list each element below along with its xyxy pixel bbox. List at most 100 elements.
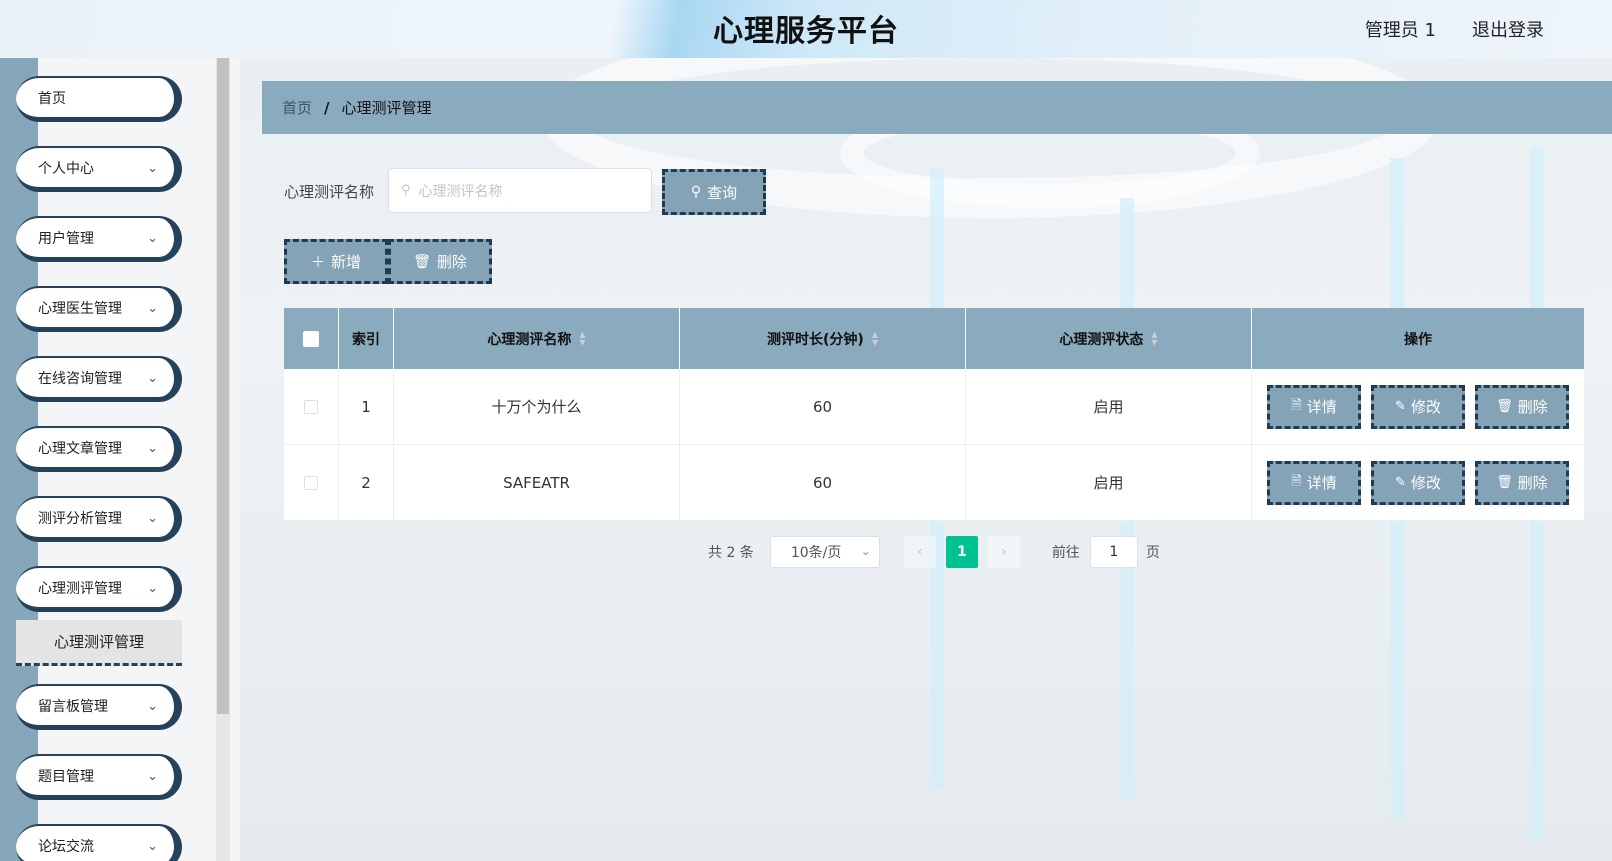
- sidebar-item-assessment-management[interactable]: 心理测评管理 ⌄: [16, 566, 182, 612]
- column-header-label: 测评时长(分钟): [767, 331, 864, 348]
- table-header: 索引 心理测评名称 ▲ ▼ 测评时长(分钟) ▲ ▼ 心理测评状态 ▲ ▼ 操作: [284, 308, 1584, 369]
- submenu-item-label: 心理测评管理: [53, 633, 144, 651]
- chevron-down-icon: ⌄: [147, 371, 158, 386]
- table-row: 2 SAFEATR 60 启用 🗎 详情 ✎ 修改 🗑 删除: [284, 445, 1584, 521]
- row-name: SAFEATR: [394, 445, 680, 520]
- sidebar-item-label: 题目管理: [38, 768, 94, 785]
- sidebar-item-label: 心理测评管理: [38, 580, 122, 597]
- detail-button-label: 详情: [1306, 474, 1337, 492]
- search-button[interactable]: ⚲ 查询: [662, 169, 766, 215]
- search-input[interactable]: ⚲ 心理测评名称: [388, 168, 652, 213]
- sidebar-item-article-management[interactable]: 心理文章管理 ⌄: [16, 426, 182, 472]
- chevron-right-icon: ›: [1001, 544, 1007, 560]
- batch-delete-button[interactable]: 🗑 删除: [388, 239, 492, 284]
- sidebar-item-label: 个人中心: [38, 160, 94, 177]
- row-index: 1: [339, 369, 394, 444]
- page-size-value: 10条/页: [790, 545, 842, 561]
- chevron-left-icon: ‹: [917, 544, 923, 560]
- search-label: 心理测评名称: [284, 183, 375, 201]
- sidebar-item-analysis-management[interactable]: 测评分析管理 ⌄: [16, 496, 182, 542]
- sidebar-item-question-management[interactable]: 题目管理 ⌄: [16, 754, 182, 800]
- sidebar-item-label: 心理文章管理: [38, 440, 122, 457]
- sidebar-item-doctor-management[interactable]: 心理医生管理 ⌄: [16, 286, 182, 332]
- row-actions: 🗎 详情 ✎ 修改 🗑 删除: [1252, 369, 1584, 444]
- chevron-down-icon: ⌄: [147, 769, 158, 784]
- page-number-button[interactable]: 1: [945, 536, 978, 568]
- delete-button[interactable]: 🗑 删除: [1475, 460, 1569, 505]
- delete-button-label: 删除: [1517, 474, 1548, 492]
- detail-button[interactable]: 🗎 详情: [1267, 384, 1361, 429]
- delete-button[interactable]: 🗑 删除: [1475, 384, 1569, 429]
- plus-icon: ＋: [310, 254, 325, 271]
- search-placeholder: 心理测评名称: [418, 183, 503, 200]
- pagination-total: 共 2 条: [708, 545, 754, 561]
- sidebar-item-label: 首页: [38, 90, 66, 107]
- row-checkbox[interactable]: [304, 399, 318, 414]
- sidebar-item-consultation-management[interactable]: 在线咨询管理 ⌄: [16, 356, 182, 402]
- breadcrumb: 首页 / 心理测评管理: [262, 81, 1612, 134]
- sidebar-item-label: 在线咨询管理: [38, 370, 122, 387]
- row-select-cell: [284, 369, 339, 444]
- sidebar-item-forum[interactable]: 论坛交流 ⌄: [16, 824, 182, 861]
- breadcrumb-home[interactable]: 首页: [282, 97, 312, 118]
- column-header-label: 操作: [1404, 331, 1432, 348]
- logout-link[interactable]: 退出登录: [1472, 16, 1544, 42]
- chevron-down-icon: ⌄: [147, 699, 158, 714]
- goto-page-input[interactable]: 1: [1089, 536, 1138, 568]
- column-header-duration[interactable]: 测评时长(分钟) ▲ ▼: [680, 308, 966, 369]
- row-index: 2: [339, 445, 394, 520]
- sort-icon[interactable]: ▲ ▼: [579, 330, 585, 347]
- goto-label: 前往: [1051, 545, 1080, 561]
- row-checkbox[interactable]: [304, 475, 318, 490]
- sidebar-scrollbar-thumb[interactable]: [217, 58, 229, 714]
- sidebar-item-label: 心理医生管理: [38, 300, 122, 317]
- column-header-label: 心理测评状态: [1059, 331, 1144, 348]
- sort-icon[interactable]: ▲ ▼: [1151, 330, 1157, 347]
- sidebar-item-label: 论坛交流: [38, 838, 94, 855]
- current-user: 管理员 1: [1364, 20, 1436, 41]
- breadcrumb-separator: /: [324, 98, 330, 117]
- sidebar-item-label: 用户管理: [38, 230, 94, 247]
- pencil-icon: ✎: [1395, 475, 1406, 490]
- top-header: 心理服务平台 管理员 1 退出登录: [0, 0, 1612, 58]
- edit-button[interactable]: ✎ 修改: [1371, 460, 1465, 505]
- submenu-item-assessment-management[interactable]: 心理测评管理: [16, 620, 182, 666]
- column-header-name[interactable]: 心理测评名称 ▲ ▼: [394, 308, 680, 369]
- sidebar-item-user-management[interactable]: 用户管理 ⌄: [16, 216, 182, 262]
- detail-button[interactable]: 🗎 详情: [1267, 460, 1361, 505]
- add-button[interactable]: ＋ 新增: [284, 239, 388, 284]
- row-duration: 60: [680, 445, 966, 520]
- column-header-actions: 操作: [1252, 308, 1584, 369]
- row-name: 十万个为什么: [394, 369, 680, 444]
- sidebar-item-personal-center[interactable]: 个人中心 ⌄: [16, 146, 182, 192]
- chevron-down-icon: ⌄: [147, 511, 158, 526]
- sort-icon[interactable]: ▲ ▼: [872, 330, 878, 347]
- row-select-cell: [284, 445, 339, 520]
- chevron-down-icon: ⌄: [147, 441, 158, 456]
- trash-icon: 🗑: [1496, 399, 1513, 414]
- page-size-select[interactable]: 10条/页 ⌄: [769, 536, 880, 568]
- detail-button-label: 详情: [1306, 398, 1337, 416]
- column-header-label: 心理测评名称: [487, 331, 572, 348]
- column-header-index: 索引: [339, 308, 394, 369]
- delete-button-label: 删除: [1517, 398, 1548, 416]
- sidebar-item-label: 测评分析管理: [38, 510, 122, 527]
- chevron-down-icon: ⌄: [147, 581, 158, 596]
- chevron-down-icon: ⌄: [147, 301, 158, 316]
- row-status: 启用: [966, 445, 1252, 520]
- select-all-checkbox[interactable]: [303, 330, 319, 347]
- prev-page-button[interactable]: ‹: [903, 536, 936, 568]
- trash-icon: 🗑: [413, 253, 431, 270]
- next-page-button[interactable]: ›: [987, 536, 1020, 568]
- batch-delete-button-label: 删除: [436, 253, 467, 271]
- sidebar-item-message-board[interactable]: 留言板管理 ⌄: [16, 684, 182, 730]
- document-icon: 🗎: [1291, 473, 1302, 489]
- pencil-icon: ✎: [1395, 399, 1406, 414]
- column-header-status[interactable]: 心理测评状态 ▲ ▼: [966, 308, 1252, 369]
- assessment-table: 索引 心理测评名称 ▲ ▼ 测评时长(分钟) ▲ ▼ 心理测评状态 ▲ ▼ 操作 1 …: [284, 308, 1584, 521]
- sidebar-item-home[interactable]: 首页: [16, 76, 182, 122]
- chevron-down-icon: ⌄: [147, 839, 158, 854]
- row-actions: 🗎 详情 ✎ 修改 🗑 删除: [1252, 445, 1584, 520]
- edit-button-label: 修改: [1410, 398, 1441, 416]
- edit-button[interactable]: ✎ 修改: [1371, 384, 1465, 429]
